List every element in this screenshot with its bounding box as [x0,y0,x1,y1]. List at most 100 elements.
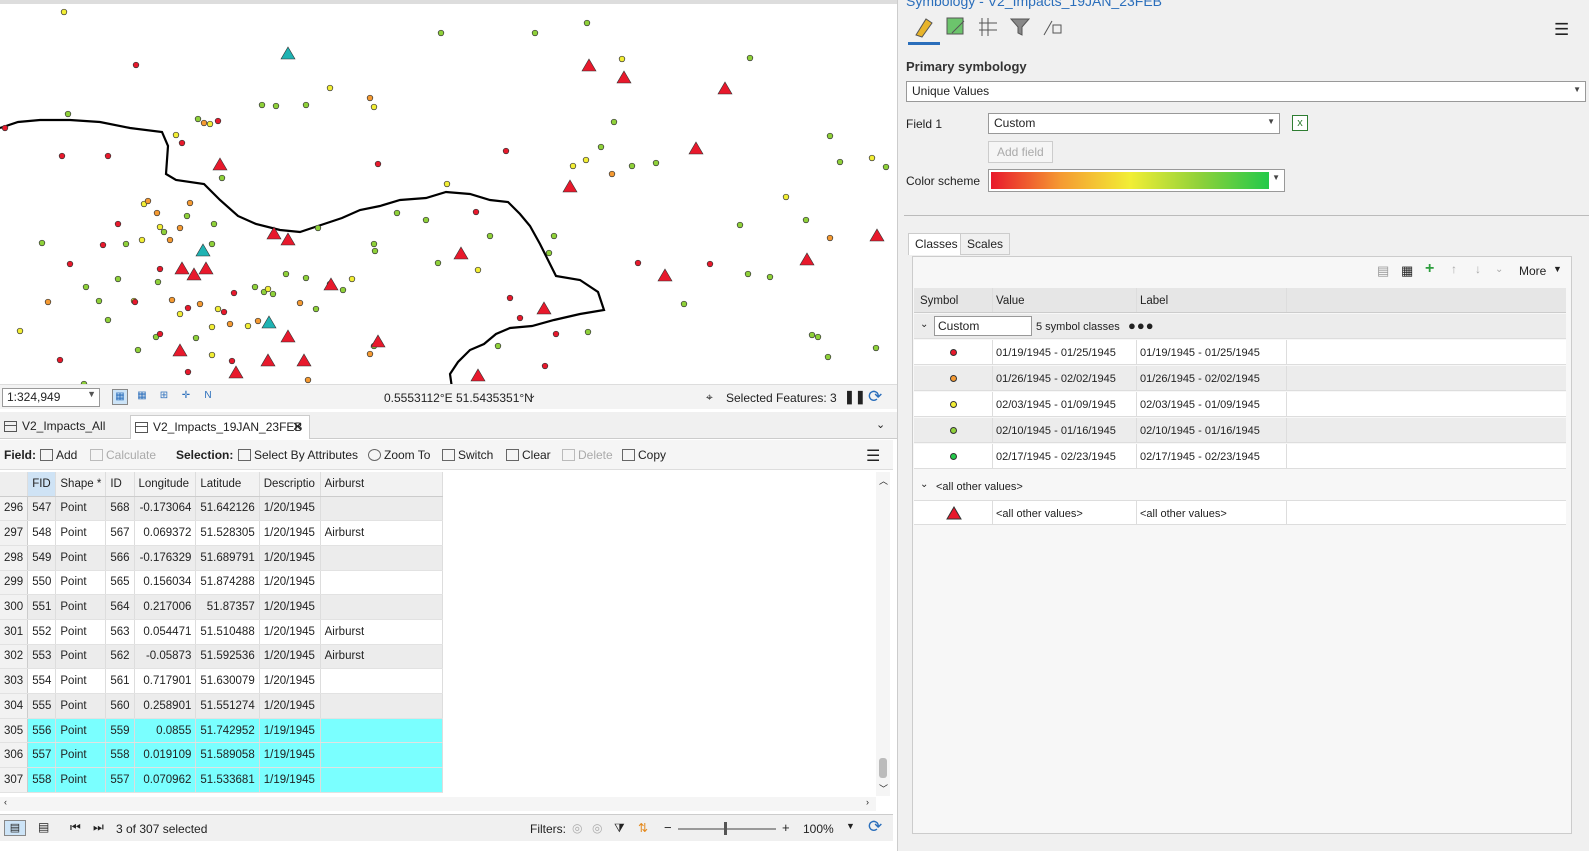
impact-triangle[interactable] [172,343,188,357]
row-number[interactable]: 302 [0,644,29,670]
id-cell[interactable]: 562 [105,644,135,670]
chevron-down-icon[interactable]: ▼ [846,821,855,831]
symbol-layer-drawing-icon[interactable] [976,15,1000,39]
airburst-cell[interactable] [320,668,444,694]
description-cell[interactable]: 1/20/1945 [259,570,321,596]
column-header[interactable]: Latitude [195,472,260,497]
column-header[interactable]: Longitude [134,472,197,497]
pane-splitter[interactable] [904,215,1589,216]
impact-point[interactable] [230,289,238,297]
impact-triangle[interactable] [198,261,214,275]
shape-cell[interactable]: Point [55,545,107,571]
fid-cell[interactable]: 555 [27,693,57,719]
impact-point[interactable] [618,55,626,63]
description-cell[interactable]: 1/20/1945 [259,619,321,645]
impact-triangle[interactable] [688,141,704,155]
more-button[interactable]: More [1519,264,1546,278]
longitude-cell[interactable]: -0.05873 [134,644,197,670]
zoom-slider[interactable] [678,828,776,830]
add-classes-icon[interactable]: ▦ [1401,263,1413,279]
shape-cell[interactable]: Point [55,520,107,546]
impact-point[interactable] [296,299,304,307]
impact-point[interactable] [314,224,322,232]
impact-point[interactable] [95,297,103,305]
chevron-down-icon[interactable]: ⌄ [528,390,536,401]
impact-point[interactable] [652,159,660,167]
longitude-cell[interactable]: 0.070962 [134,767,197,793]
impact-point[interactable] [254,317,262,325]
impact-point[interactable] [66,260,74,268]
impact-triangle[interactable] [657,268,673,282]
table-row[interactable]: 307 558 Point 557 0.070962 51.533681 1/19/1945 [0,767,444,793]
impact-point[interactable] [516,314,524,322]
symbol-swatch[interactable] [950,401,957,408]
impact-triangle[interactable] [296,353,312,367]
classes-header-row[interactable]: Symbol Value Label [914,288,1566,313]
id-cell[interactable]: 565 [105,570,135,596]
impact-point[interactable] [766,273,774,281]
impact-point[interactable] [552,330,560,338]
impact-point[interactable] [782,193,790,201]
chevron-left-icon[interactable]: ‹ [4,797,7,807]
shape-cell[interactable]: Point [55,619,107,645]
tab-v2-impacts-all[interactable]: V2_Impacts_All [0,415,111,439]
impact-point[interactable] [610,118,618,126]
horizontal-scrollbar[interactable]: ‹ › [0,797,876,811]
impact-point[interactable] [186,199,194,207]
impact-point[interactable] [172,131,180,139]
impact-point[interactable] [706,260,714,268]
impact-triangle[interactable] [280,329,296,343]
color-scheme-select[interactable]: ▼ [988,169,1285,192]
add-field-button[interactable]: Add [40,448,77,462]
field1-select[interactable]: Custom ▼ [988,113,1280,134]
symbol-swatch[interactable] [950,375,957,382]
id-cell[interactable]: 559 [105,718,135,744]
sort-icon[interactable]: ⇅ [638,821,648,835]
description-cell[interactable]: 1/20/1945 [259,520,321,546]
impact-triangle[interactable] [370,334,386,348]
impact-triangle[interactable] [581,58,597,72]
latitude-cell[interactable]: 51.689791 [195,545,260,571]
move-down-icon[interactable]: ↓ [1475,262,1481,276]
impact-point[interactable] [836,158,844,166]
selected-features-icon[interactable]: ⌖ [706,390,713,405]
impact-point[interactable] [304,376,312,384]
impact-point[interactable] [868,154,876,162]
impact-point[interactable] [474,266,482,274]
longitude-cell[interactable]: 0.717901 [134,668,197,694]
impact-point[interactable] [226,320,234,328]
fid-cell[interactable]: 554 [27,668,57,694]
display-filter-icon[interactable] [1040,15,1064,39]
other-values-group-row[interactable]: ⌄ <all other values> [914,474,1566,499]
extent-filter-icon[interactable]: ◎ [572,821,582,835]
impact-point[interactable] [569,162,577,170]
symbol-swatch[interactable] [950,427,957,434]
id-cell[interactable]: 561 [105,668,135,694]
refresh-icon[interactable]: ⟳ [868,817,882,837]
latitude-cell[interactable]: 51.589058 [195,742,260,769]
impact-point[interactable] [339,286,347,294]
impact-point[interactable] [160,228,168,236]
impact-point[interactable] [156,265,164,273]
delete-button[interactable]: Delete [562,448,613,462]
switch-button[interactable]: Switch [442,448,493,462]
impact-point[interactable] [114,220,122,228]
impact-point[interactable] [214,305,222,313]
table-row[interactable]: 302 553 Point 562 -0.05873 51.592536 1/20/1945… [0,644,444,670]
airburst-cell[interactable] [320,742,444,769]
impact-triangle[interactable] [616,70,632,84]
impact-point[interactable] [443,180,451,188]
table-row[interactable]: 305 556 Point 559 0.0855 51.742952 1/19/1945 [0,718,444,744]
impact-point[interactable] [200,119,208,127]
impact-point[interactable] [370,103,378,111]
expression-icon[interactable]: x [1292,115,1308,131]
longitude-cell[interactable]: -0.173064 [134,496,197,522]
latitude-cell[interactable]: 51.630079 [195,668,260,694]
impact-point[interactable] [802,216,810,224]
shape-cell[interactable]: Point [55,594,107,620]
shape-cell[interactable]: Point [55,644,107,670]
list-icon[interactable]: ▤ [1377,263,1389,279]
impact-point[interactable] [680,300,688,308]
class-row[interactable]: 01/19/1945 - 01/25/1945 01/19/1945 - 01/2… [914,340,1566,365]
impact-point[interactable] [218,174,226,182]
